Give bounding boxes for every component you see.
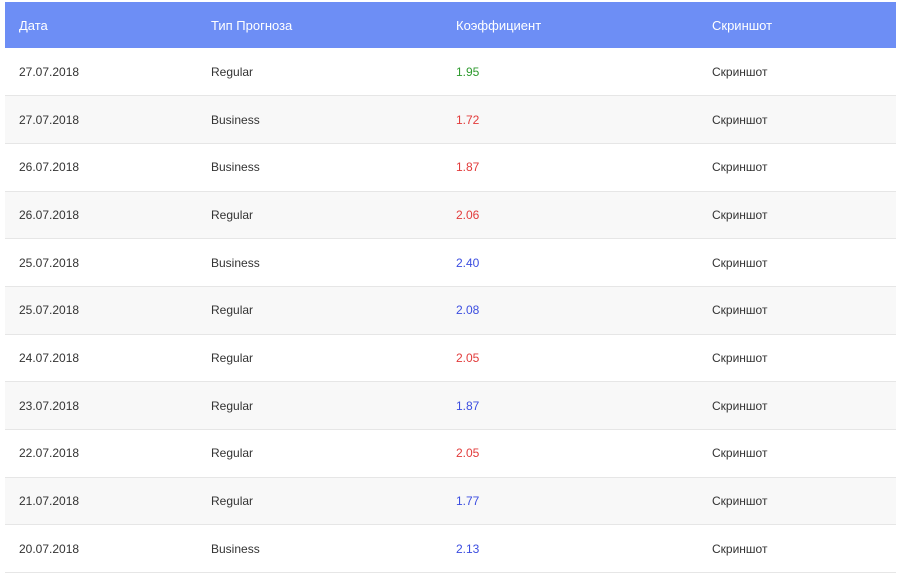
cell-forecast-type: Regular <box>211 398 254 413</box>
cell-screenshot: Скриншот <box>712 96 896 144</box>
screenshot-link[interactable]: Скриншот <box>712 113 767 127</box>
cell-date: 24.07.2018 <box>19 350 80 365</box>
cell-coefficient: 2.05 <box>456 446 480 461</box>
cell-screenshot: Скриншот <box>712 477 896 525</box>
cell-forecast-type: Regular <box>211 207 254 222</box>
cell-forecast-type: Business <box>211 541 260 556</box>
cell-date: 25.07.2018 <box>19 255 80 270</box>
table-row: 22.07.2018 Regular 2.05 Скриншот <box>5 429 896 478</box>
cell-forecast-type: Business <box>211 160 260 175</box>
table-row: 25.07.2018 Business 2.40 Скриншот <box>5 238 896 287</box>
cell-coefficient: 1.95 <box>456 64 480 79</box>
table-body: 27.07.2018 Regular 1.95 Скриншот 27.07.2018 B… <box>5 48 896 573</box>
table-row: 23.07.2018 Regular 1.87 Скриншот <box>5 381 896 430</box>
screenshot-link[interactable]: Скриншот <box>712 446 767 460</box>
cell-forecast-type: Regular <box>211 64 254 79</box>
screenshot-link[interactable]: Скриншот <box>712 256 767 270</box>
screenshot-link[interactable]: Скриншот <box>712 160 767 174</box>
cell-screenshot: Скриншот <box>712 430 896 478</box>
table-row: 27.07.2018 Business 1.72 Скриншот <box>5 95 896 144</box>
cell-date: 27.07.2018 <box>19 64 80 79</box>
table-row: 26.07.2018 Regular 2.06 Скриншот <box>5 191 896 239</box>
screenshot-link[interactable]: Скриншот <box>712 208 767 222</box>
forecast-table: Дата Тип Прогноза Коэффициент Скриншот 2… <box>5 2 896 573</box>
cell-screenshot: Скриншот <box>712 239 896 287</box>
cell-date: 23.07.2018 <box>19 398 80 413</box>
cell-screenshot: Скриншот <box>712 334 896 382</box>
cell-screenshot: Скриншот <box>712 143 896 191</box>
table-row: 21.07.2018 Regular 1.77 Скриншот <box>5 477 896 525</box>
cell-screenshot: Скриншот <box>712 191 896 239</box>
cell-coefficient: 1.72 <box>456 112 480 127</box>
header-date: Дата <box>19 17 48 33</box>
screenshot-link[interactable]: Скриншот <box>712 542 767 556</box>
forecast-table-container: Дата Тип Прогноза Коэффициент Скриншот 2… <box>5 2 896 573</box>
table-row: 26.07.2018 Business 1.87 Скриншот <box>5 143 896 192</box>
cell-coefficient: 1.87 <box>456 160 480 175</box>
cell-forecast-type: Regular <box>211 303 254 318</box>
cell-coefficient: 1.77 <box>456 494 480 509</box>
cell-screenshot: Скриншот <box>712 286 896 334</box>
screenshot-link[interactable]: Скриншот <box>712 494 767 508</box>
cell-screenshot: Скриншот <box>712 525 896 573</box>
cell-date: 27.07.2018 <box>19 112 80 127</box>
cell-date: 26.07.2018 <box>19 207 80 222</box>
table-row: 25.07.2018 Regular 2.08 Скриншот <box>5 286 896 335</box>
screenshot-link[interactable]: Скриншот <box>712 351 767 365</box>
table-row: 24.07.2018 Regular 2.05 Скриншот <box>5 334 896 382</box>
cell-date: 20.07.2018 <box>19 541 80 556</box>
header-row: Дата Тип Прогноза Коэффициент Скриншот <box>5 2 896 48</box>
header-screenshot: Скриншот <box>712 17 773 33</box>
header-type: Тип Прогноза <box>211 17 293 33</box>
cell-screenshot: Скриншот <box>712 48 896 96</box>
cell-coefficient: 1.87 <box>456 398 480 413</box>
cell-coefficient: 2.40 <box>456 255 480 270</box>
cell-forecast-type: Regular <box>211 446 254 461</box>
header-coef: Коэффициент <box>456 17 542 33</box>
cell-coefficient: 2.13 <box>456 541 480 556</box>
cell-date: 26.07.2018 <box>19 160 80 175</box>
cell-date: 25.07.2018 <box>19 303 80 318</box>
screenshot-link[interactable]: Скриншот <box>712 65 767 79</box>
cell-coefficient: 2.08 <box>456 303 480 318</box>
screenshot-link[interactable]: Скриншот <box>712 303 767 317</box>
cell-forecast-type: Regular <box>211 494 254 509</box>
screenshot-link[interactable]: Скриншот <box>712 399 767 413</box>
cell-coefficient: 2.06 <box>456 207 480 222</box>
cell-forecast-type: Business <box>211 255 260 270</box>
cell-forecast-type: Regular <box>211 350 254 365</box>
cell-date: 22.07.2018 <box>19 446 80 461</box>
cell-date: 21.07.2018 <box>19 494 80 509</box>
cell-forecast-type: Business <box>211 112 260 127</box>
cell-screenshot: Скриншот <box>712 382 896 430</box>
table-row: 20.07.2018 Business 2.13 Скриншот <box>5 524 896 573</box>
table-row: 27.07.2018 Regular 1.95 Скриншот <box>5 48 896 96</box>
table-header: Дата Тип Прогноза Коэффициент Скриншот <box>5 2 896 48</box>
cell-coefficient: 2.05 <box>456 350 480 365</box>
